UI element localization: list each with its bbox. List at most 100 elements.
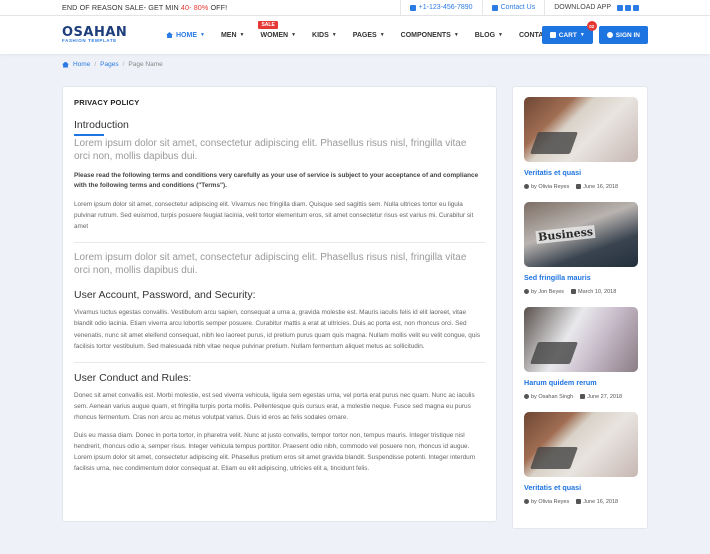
apple-icon[interactable] [633, 4, 639, 11]
nav-item-blog[interactable]: BLOG ▼ [467, 32, 511, 39]
breadcrumb-pages[interactable]: Pages [100, 61, 118, 68]
terms-notice: Please read the following terms and cond… [74, 172, 479, 190]
phone-link[interactable]: +1-123-456-7890 [399, 0, 482, 16]
post-thumbnail[interactable]: Business [524, 202, 638, 267]
user-icon [524, 184, 529, 190]
store-icons [617, 4, 639, 11]
nav-label: BLOG [474, 31, 496, 39]
laptop-graphic [529, 447, 579, 469]
top-bar-links: +1-123-456-7890 Contact Us DOWNLOAD APP [399, 0, 648, 16]
caret-down-icon: ▼ [498, 32, 503, 38]
post-author: by Olivia Reyes [531, 499, 570, 505]
home-icon [166, 32, 173, 38]
breadcrumb: Home / Pages / Page Name [62, 61, 163, 68]
breadcrumb-current: Page Name [128, 61, 163, 68]
sidebar-recent-posts: Veritatis et quasi by Olivia Reyes June … [512, 86, 648, 529]
contact-icon [491, 4, 498, 11]
post-title-link[interactable]: Veritatis et quasi [524, 483, 636, 492]
post-title-link[interactable]: Sed fringilla mauris [524, 273, 636, 282]
calendar-icon [576, 499, 582, 505]
sidebar-post: Veritatis et quasi by Olivia Reyes June … [524, 97, 638, 190]
post-date: June 16, 2018 [583, 184, 619, 190]
nav-item-kids[interactable]: KIDS ▼ [304, 32, 345, 39]
nav-item-men[interactable]: MEN ▼ [213, 32, 253, 39]
post-meta: by Jon Beyes March 10, 2018 [524, 289, 636, 295]
promo-min-percent: 40- [180, 3, 192, 12]
lead-paragraph: Lorem ipsum dolor sit amet, consectetur … [74, 252, 467, 276]
post-date: June 16, 2018 [583, 499, 619, 505]
post-author: by Jon Beyes [531, 289, 565, 295]
caret-down-icon: ▼ [579, 32, 585, 38]
breadcrumb-separator: / [94, 61, 97, 68]
intro-heading: Introduction [74, 119, 485, 136]
caret-down-icon: ▼ [200, 32, 205, 38]
post-meta: by Olivia Reyes June 16, 2018 [524, 184, 636, 190]
post-date: June 27, 2018 [587, 394, 623, 400]
nav-label: WOMEN [260, 31, 289, 39]
newspaper-headline: Business [535, 224, 596, 245]
promo-prefix: END OF REASON SALE- GET MIN [62, 3, 181, 12]
post-thumbnail[interactable] [524, 307, 638, 372]
home-icon [62, 61, 69, 68]
body-paragraph: Vivamus luctus egestas convallis. Vestib… [74, 309, 481, 350]
body-paragraph: Lorem ipsum dolor sit amet, consectetur … [74, 200, 474, 230]
calendar-icon [571, 289, 577, 295]
post-thumbnail[interactable] [524, 97, 638, 162]
download-app[interactable]: DOWNLOAD APP [544, 0, 648, 16]
post-meta: by Osahan Singh June 27, 2018 [524, 394, 636, 400]
post-author: by Olivia Reyes [531, 184, 570, 190]
sale-promo-text: END OF REASON SALE- GET MIN 40- 80% OFF! [62, 3, 227, 12]
nav-label: MEN [220, 31, 237, 39]
sign-in-label: SIGN IN [615, 31, 640, 39]
android-icon[interactable] [625, 4, 631, 11]
breadcrumb-home[interactable]: Home [73, 61, 90, 68]
logo[interactable]: OSAHAN FASHION TEMPLATE [62, 26, 136, 44]
nav-item-women[interactable]: SALE WOMEN ▼ [252, 20, 304, 39]
breadcrumb-separator: / [122, 61, 125, 68]
main-navbar: OSAHAN FASHION TEMPLATE HOME ▼ MEN ▼ SAL… [0, 16, 710, 54]
nav-label: KIDS [312, 31, 329, 39]
windows-icon[interactable] [617, 4, 623, 11]
contact-us-link[interactable]: Contact Us [481, 0, 545, 16]
caret-down-icon: ▼ [331, 32, 337, 38]
body-paragraph: Donec sit amet convallis est. Morbi mole… [74, 391, 475, 422]
top-bar: END OF REASON SALE- GET MIN 40- 80% OFF!… [0, 0, 710, 16]
privacy-policy-card: PRIVACY POLICY Introduction Lorem ipsum … [62, 86, 497, 522]
main-menu: HOME ▼ MEN ▼ SALE WOMEN ▼ KIDS ▼ PAGES ▼… [158, 20, 561, 39]
nav-label: PAGES [352, 31, 377, 39]
page-title: PRIVACY POLICY [74, 98, 140, 107]
phone-icon [409, 4, 416, 11]
account-security-heading: User Account, Password, and Security: [74, 289, 256, 302]
contact-us-label: Contact Us [500, 4, 536, 11]
sidebar-post: Business Sed fringilla mauris by Jon Bey… [524, 202, 638, 295]
sale-badge: SALE [258, 20, 278, 29]
laptop-graphic [529, 132, 579, 154]
cart-button[interactable]: CART ▼ 02 [541, 21, 597, 44]
nav-item-home[interactable]: HOME ▼ [158, 32, 213, 39]
nav-buttons: CART ▼ 02 SIGN IN [541, 21, 648, 44]
phone-number: +1-123-456-7890 [418, 4, 473, 11]
post-thumbnail[interactable] [524, 412, 638, 477]
cart-icon [549, 32, 556, 38]
body-paragraph: Duis eu massa diam. Donec in porta torto… [74, 431, 476, 473]
sidebar-post: Veritatis et quasi by Olivia Reyes June … [524, 412, 638, 505]
post-title-link[interactable]: Veritatis et quasi [524, 168, 636, 177]
sign-in-button[interactable]: SIGN IN [598, 26, 648, 44]
caret-down-icon: ▼ [291, 32, 297, 38]
cart-count-badge: 02 [586, 21, 597, 31]
nav-item-components[interactable]: COMPONENTS ▼ [393, 32, 467, 39]
calendar-icon [580, 394, 586, 400]
cart-label: CART [558, 31, 577, 39]
nav-label: HOME [176, 31, 197, 39]
divider [74, 242, 485, 244]
caret-down-icon: ▼ [379, 32, 385, 38]
caret-down-icon: ▼ [453, 32, 459, 38]
conduct-rules-heading: User Conduct and Rules: [74, 371, 192, 384]
user-icon [524, 499, 529, 505]
caret-down-icon: ▼ [239, 32, 245, 38]
promo-suffix: OFF! [208, 3, 228, 12]
post-date: March 10, 2018 [578, 289, 617, 295]
divider [74, 361, 485, 363]
post-title-link[interactable]: Harum quidem rerum [524, 378, 636, 387]
nav-item-pages[interactable]: PAGES ▼ [345, 32, 393, 39]
